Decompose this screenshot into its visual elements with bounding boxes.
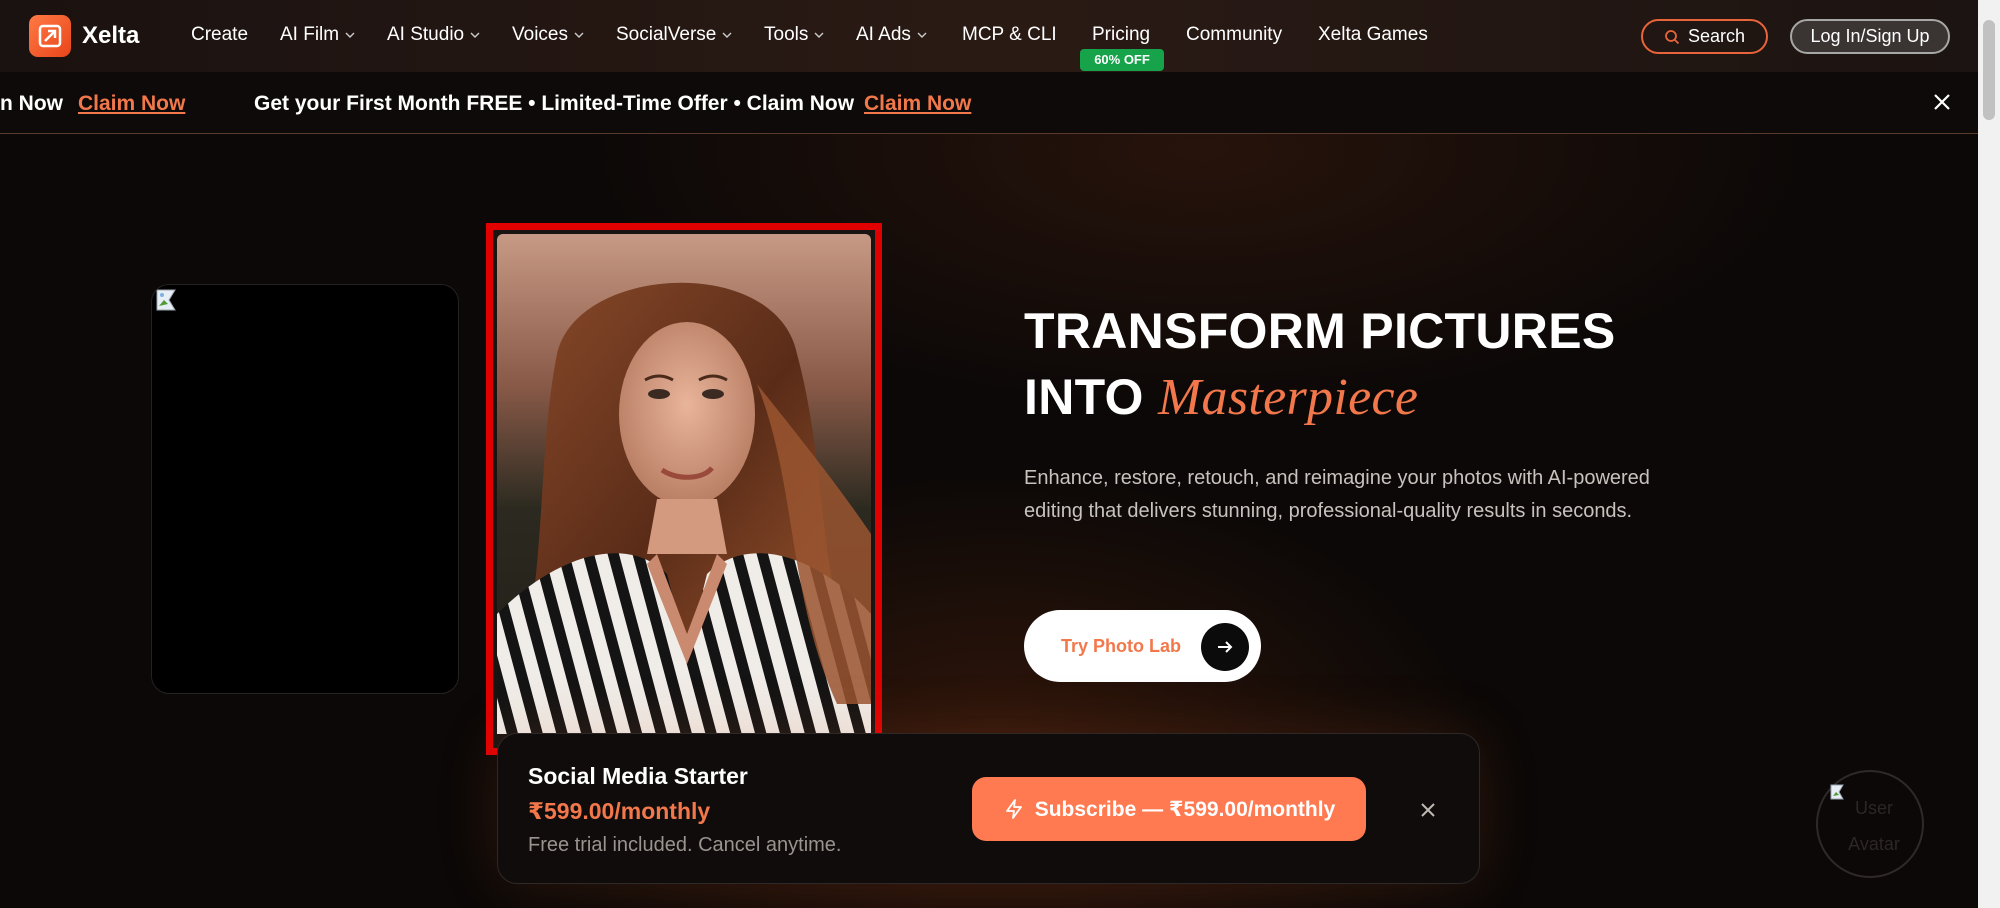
nav-pricing[interactable]: Pricing	[1092, 24, 1150, 46]
promo-banner: n Now Claim Now Get your First Month FRE…	[0, 72, 1978, 134]
chevron-down-icon	[814, 32, 824, 38]
nav-label: Pricing	[1092, 24, 1151, 45]
portrait-photo	[497, 234, 871, 740]
hero-title-plain: INTO	[1024, 369, 1144, 425]
nav-socialverse[interactable]: SocialVerse	[616, 24, 732, 46]
scrollbar-thumb[interactable]	[1983, 20, 1995, 120]
avatar-alt-text: User Avatar	[1848, 798, 1900, 854]
preview-card	[151, 284, 459, 694]
lightning-icon	[1005, 799, 1022, 819]
nav-xelta-games[interactable]: Xelta Games	[1318, 24, 1428, 46]
nav-label: Xelta Games	[1318, 24, 1428, 45]
chevron-down-icon	[574, 32, 584, 38]
avatar[interactable]: User Avatar	[1816, 770, 1924, 878]
plan-note: Free trial included. Cancel anytime.	[528, 834, 842, 856]
nav-label: AI Film	[280, 24, 340, 45]
nav-ai-ads[interactable]: AI Ads	[856, 24, 927, 46]
promo-text-partial: n Now	[0, 92, 63, 115]
nav-community[interactable]: Community	[1186, 24, 1282, 46]
highlighted-photo-card[interactable]	[486, 223, 882, 755]
nav-label: AI Ads	[856, 24, 911, 45]
plan-price: ₹599.00/monthly	[528, 798, 711, 824]
hero-title-line1: TRANSFORM PICTURES	[1024, 303, 1616, 359]
subscribe-label: Subscribe — ₹599.00/monthly	[1034, 797, 1336, 821]
hero-title-line2: INTO Masterpiece	[1024, 364, 1616, 431]
nav-label: Create	[191, 24, 249, 45]
nav-label: Voices	[512, 24, 568, 45]
close-icon[interactable]	[1418, 800, 1438, 820]
nav-label: Community	[1186, 24, 1283, 45]
subscribe-button[interactable]: Subscribe — ₹599.00/monthly	[972, 777, 1366, 841]
scrollbar[interactable]	[1978, 0, 2000, 908]
nav-ai-studio[interactable]: AI Studio	[387, 24, 480, 46]
plan-name: Social Media Starter	[528, 763, 748, 789]
nav-label: AI Studio	[387, 24, 465, 45]
top-navbar: Xelta Create AI Film AI Studio Voices So…	[0, 0, 1978, 72]
nav-mcp-cli[interactable]: MCP & CLI	[962, 24, 1057, 46]
login-signup-button[interactable]: Log In/Sign Up	[1790, 19, 1950, 54]
search-icon	[1665, 29, 1680, 44]
arrow-right-icon	[1201, 623, 1249, 671]
chevron-down-icon	[345, 32, 355, 38]
logo[interactable]: Xelta	[29, 15, 139, 57]
search-label: Search	[1687, 26, 1746, 46]
subscription-popup: Social Media Starter ₹599.00/monthly Fre…	[497, 733, 1480, 884]
nav-label: SocialVerse	[616, 24, 717, 45]
broken-image-icon	[156, 289, 176, 311]
promo-text: Get your First Month FREE • Limited-Time…	[254, 92, 855, 115]
pricing-discount-badge: 60% OFF	[1080, 49, 1164, 71]
nav-ai-film[interactable]: AI Film	[280, 24, 355, 46]
nav-label: MCP & CLI	[962, 24, 1057, 45]
nav-label: Tools	[764, 24, 809, 45]
logo-icon	[29, 15, 71, 57]
hero-title: TRANSFORM PICTURES INTO Masterpiece	[1024, 298, 1616, 431]
nav-voices[interactable]: Voices	[512, 24, 584, 46]
promo-claim-link[interactable]: Claim Now	[78, 92, 185, 116]
logo-text: Xelta	[82, 22, 140, 49]
promo-claim-link[interactable]: Claim Now	[864, 92, 971, 116]
try-photo-lab-label: Try Photo Lab	[1061, 635, 1182, 656]
try-photo-lab-button[interactable]: Try Photo Lab	[1024, 610, 1261, 682]
hero-title-accent: Masterpiece	[1157, 369, 1419, 426]
hero-subtitle: Enhance, restore, retouch, and reimagine…	[1024, 467, 1650, 522]
nav-tools[interactable]: Tools	[764, 24, 824, 46]
nav-create[interactable]: Create	[191, 24, 248, 46]
close-icon[interactable]	[1932, 92, 1952, 112]
chevron-down-icon	[722, 32, 732, 38]
search-button[interactable]: Search	[1641, 19, 1768, 54]
chevron-down-icon	[470, 32, 480, 38]
chevron-down-icon	[917, 32, 927, 38]
